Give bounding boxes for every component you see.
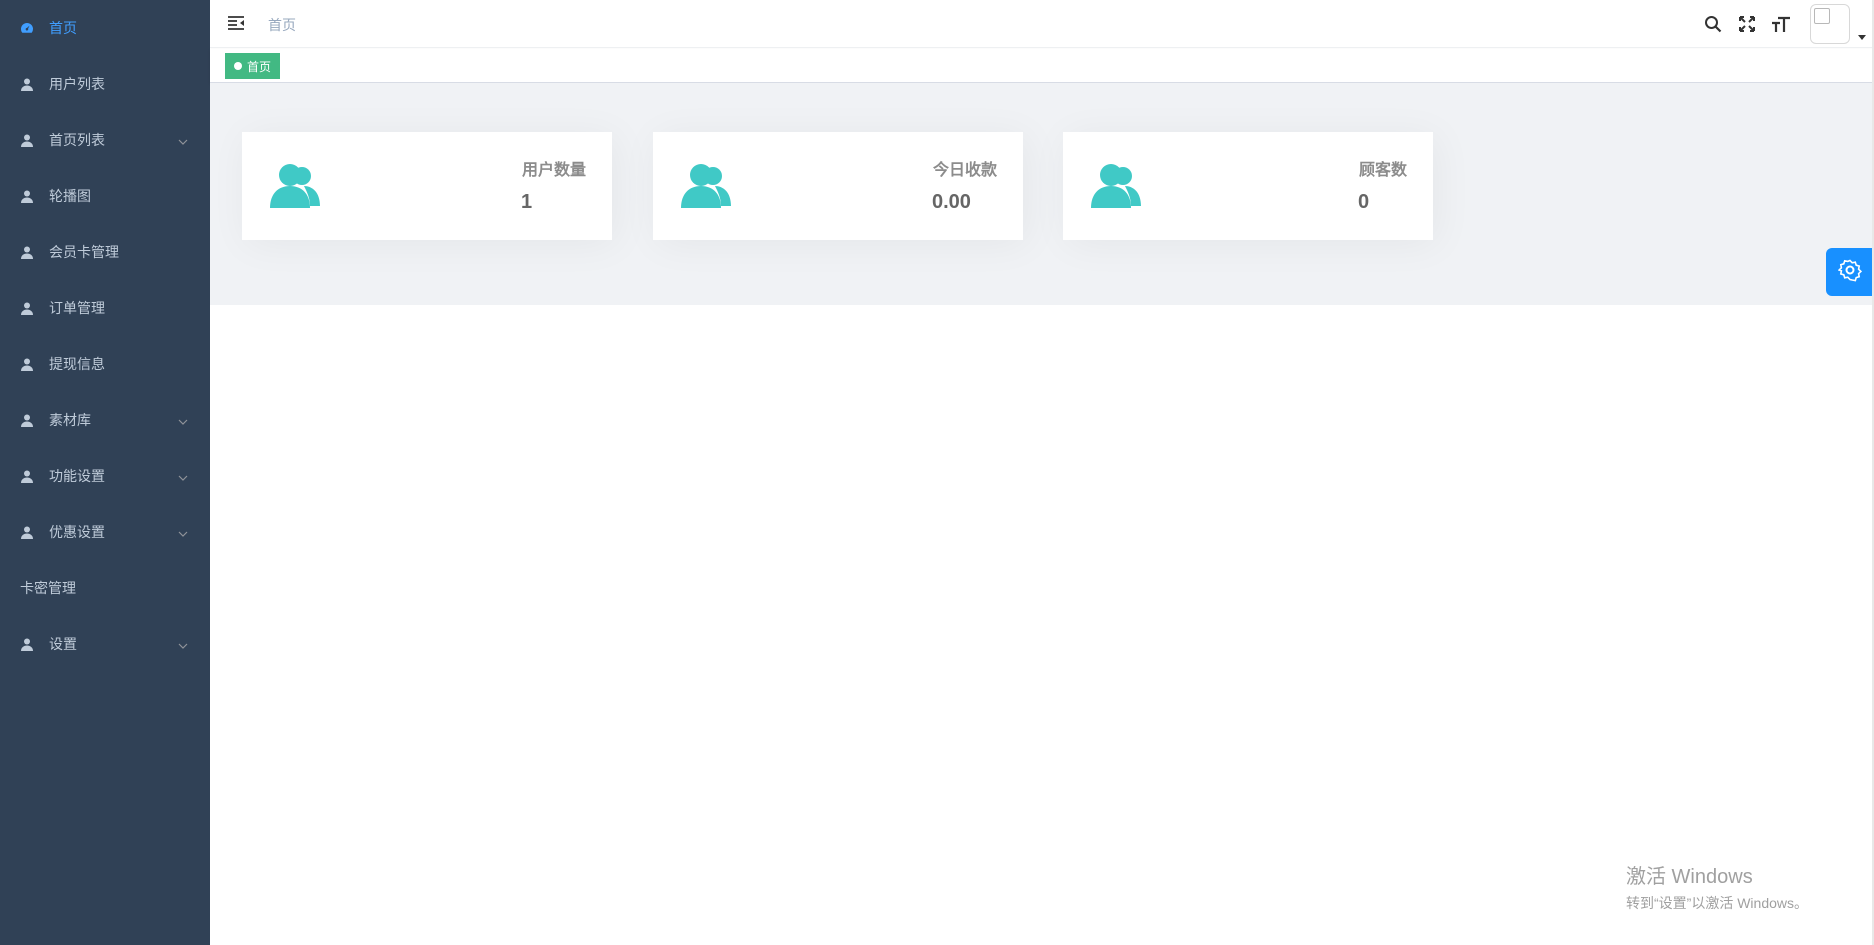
font-size-icon[interactable] xyxy=(1770,13,1792,35)
windows-activation-watermark: 激活 Windows 转到“设置”以激活 Windows。 xyxy=(1626,860,1808,913)
sidebar-item-feature-settings[interactable]: 功能设置 xyxy=(0,448,210,504)
dashboard-panel-group: 用户数量 1 今日收款 0.00 顾客数 0 xyxy=(210,83,1874,305)
user-icon xyxy=(20,469,34,483)
chevron-down-icon xyxy=(178,524,188,540)
card-title: 用户数量 xyxy=(521,162,586,179)
user-icon xyxy=(20,413,34,427)
people-icon xyxy=(681,160,735,214)
sidebar-item-settings[interactable]: 设置 xyxy=(0,616,210,672)
sidebar-item-home[interactable]: 首页 xyxy=(0,0,210,56)
sidebar-item-label: 提现信息 xyxy=(49,356,105,372)
user-icon xyxy=(20,357,34,371)
sidebar-item-label: 首页 xyxy=(49,20,77,36)
navbar: 首页 xyxy=(210,0,1874,48)
card-user-count[interactable]: 用户数量 1 xyxy=(242,132,612,240)
sidebar-item-orders[interactable]: 订单管理 xyxy=(0,280,210,336)
sidebar-item-label: 轮播图 xyxy=(49,188,91,204)
sidebar-item-label: 功能设置 xyxy=(49,468,105,484)
navbar-right-menu xyxy=(1702,0,1874,48)
card-value: 0 xyxy=(1358,191,1370,213)
sidebar-item-label: 首页列表 xyxy=(49,132,105,148)
search-icon[interactable] xyxy=(1702,13,1724,35)
user-icon xyxy=(20,525,34,539)
fullscreen-icon[interactable] xyxy=(1736,13,1758,35)
tags-view: 首页 xyxy=(210,49,1874,83)
user-icon xyxy=(20,133,34,147)
tag-home[interactable]: 首页 xyxy=(225,53,281,79)
gear-icon xyxy=(1837,258,1863,287)
card-title: 今日收款 xyxy=(932,162,997,179)
sidebar-item-label: 用户列表 xyxy=(49,76,105,92)
user-icon xyxy=(20,301,34,315)
card-customer-count[interactable]: 顾客数 0 xyxy=(1063,132,1433,240)
sidebar-item-card-keys[interactable]: 卡密管理 xyxy=(0,560,210,616)
dashboard-icon xyxy=(20,21,34,35)
broken-image-icon xyxy=(1814,8,1830,24)
sidebar-item-home-list[interactable]: 首页列表 xyxy=(0,112,210,168)
people-icon xyxy=(270,160,324,214)
chevron-down-icon xyxy=(178,468,188,484)
card-value: 1 xyxy=(521,191,533,213)
watermark-title: 激活 Windows xyxy=(1626,866,1753,888)
sidebar-item-label: 会员卡管理 xyxy=(49,244,119,260)
sidebar-item-label: 卡密管理 xyxy=(20,580,76,596)
breadcrumb[interactable]: 首页 xyxy=(268,15,296,35)
sidebar-item-carousel[interactable]: 轮播图 xyxy=(0,168,210,224)
user-icon xyxy=(20,189,34,203)
sidebar-item-label: 优惠设置 xyxy=(49,524,105,540)
active-dot-icon xyxy=(234,62,242,70)
watermark-subtitle: 转到“设置”以激活 Windows。 xyxy=(1626,895,1809,911)
user-icon xyxy=(20,637,34,651)
settings-drawer-button[interactable] xyxy=(1826,248,1874,296)
card-title: 顾客数 xyxy=(1358,162,1407,179)
card-today-revenue[interactable]: 今日收款 0.00 xyxy=(653,132,1023,240)
chevron-down-icon xyxy=(178,636,188,652)
sidebar-item-discount-settings[interactable]: 优惠设置 xyxy=(0,504,210,560)
sidebar-item-label: 订单管理 xyxy=(49,300,105,316)
avatar[interactable] xyxy=(1810,4,1850,44)
chevron-down-icon xyxy=(178,132,188,148)
sidebar-item-materials[interactable]: 素材库 xyxy=(0,392,210,448)
tag-label: 首页 xyxy=(247,59,272,74)
sidebar-item-label: 设置 xyxy=(49,636,77,652)
user-icon xyxy=(20,77,34,91)
sidebar-item-membership-cards[interactable]: 会员卡管理 xyxy=(0,224,210,280)
caret-down-icon[interactable] xyxy=(1850,4,1874,44)
user-icon xyxy=(20,245,34,259)
chevron-down-icon xyxy=(178,412,188,428)
hamburger-menu-icon[interactable] xyxy=(226,13,246,33)
sidebar-item-user-list[interactable]: 用户列表 xyxy=(0,56,210,112)
sidebar-item-label: 素材库 xyxy=(49,412,91,428)
people-icon xyxy=(1091,160,1145,214)
sidebar: 首页 用户列表 首页列表 轮播图 会员卡管理 订单管理 提现信息 素材库 功能设… xyxy=(0,0,210,945)
card-value: 0.00 xyxy=(932,191,971,213)
sidebar-item-withdrawals[interactable]: 提现信息 xyxy=(0,336,210,392)
